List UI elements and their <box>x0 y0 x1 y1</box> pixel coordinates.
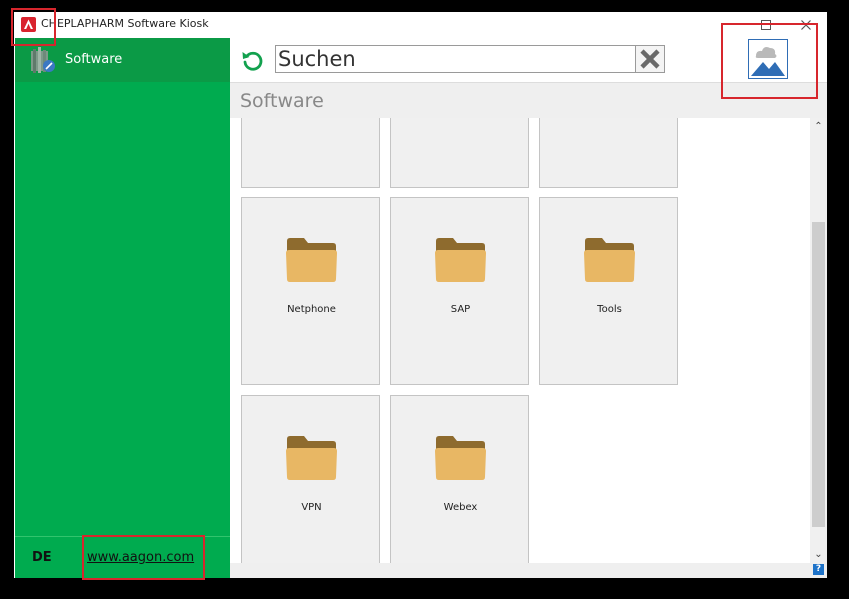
tile-label: VPN <box>301 502 322 513</box>
software-tile[interactable] <box>390 118 529 188</box>
tile-label: Webex <box>443 502 478 513</box>
software-tile[interactable] <box>539 118 678 188</box>
status-bar: ? <box>230 563 827 578</box>
search-input[interactable] <box>278 47 633 71</box>
kiosk-window: CHEPLAPHARM Software Kiosk Software DE w… <box>14 12 827 578</box>
tile-label: SAP <box>450 304 471 315</box>
folder-icon <box>435 436 486 480</box>
tiles-grid: Netphone SAP Tools VPN Webex <box>230 118 810 563</box>
tile-label: Netphone <box>287 304 336 315</box>
title-bar: CHEPLAPHARM Software Kiosk <box>14 12 827 38</box>
tile-webex[interactable]: Webex <box>390 395 529 563</box>
tile-sap[interactable]: SAP <box>390 197 529 385</box>
tile-vpn[interactable]: VPN <box>241 395 380 563</box>
language-selector[interactable]: DE <box>32 550 52 565</box>
sidebar: Software DE www.aagon.com <box>15 38 230 578</box>
folder-icon <box>584 238 635 282</box>
tile-tools[interactable]: Tools <box>539 197 678 385</box>
sidebar-item-label: Software <box>65 52 123 67</box>
scroll-thumb[interactable] <box>812 222 825 527</box>
folder-icon <box>286 436 337 480</box>
tile-netphone[interactable]: Netphone <box>241 197 380 385</box>
vertical-scrollbar[interactable]: ⌃ ⌄ <box>810 118 827 563</box>
highlight-box-image <box>721 23 818 99</box>
highlight-box-link <box>82 535 205 580</box>
main-panel: Software Netphone <box>230 38 827 578</box>
section-title: Software <box>240 90 324 112</box>
refresh-icon[interactable] <box>240 48 264 72</box>
search-clear-button[interactable] <box>635 46 664 72</box>
search-box <box>275 45 665 73</box>
scroll-up-icon[interactable]: ⌃ <box>810 118 827 135</box>
folder-icon <box>286 238 337 282</box>
highlight-box-logo <box>11 8 56 46</box>
help-icon[interactable]: ? <box>813 564 824 575</box>
tile-label: Tools <box>597 304 622 315</box>
software-tile[interactable] <box>241 118 380 188</box>
window-title: CHEPLAPHARM Software Kiosk <box>41 17 209 30</box>
software-package-icon <box>31 47 55 73</box>
scroll-down-icon[interactable]: ⌄ <box>810 546 827 563</box>
folder-icon <box>435 238 486 282</box>
clear-x-icon <box>640 49 660 69</box>
